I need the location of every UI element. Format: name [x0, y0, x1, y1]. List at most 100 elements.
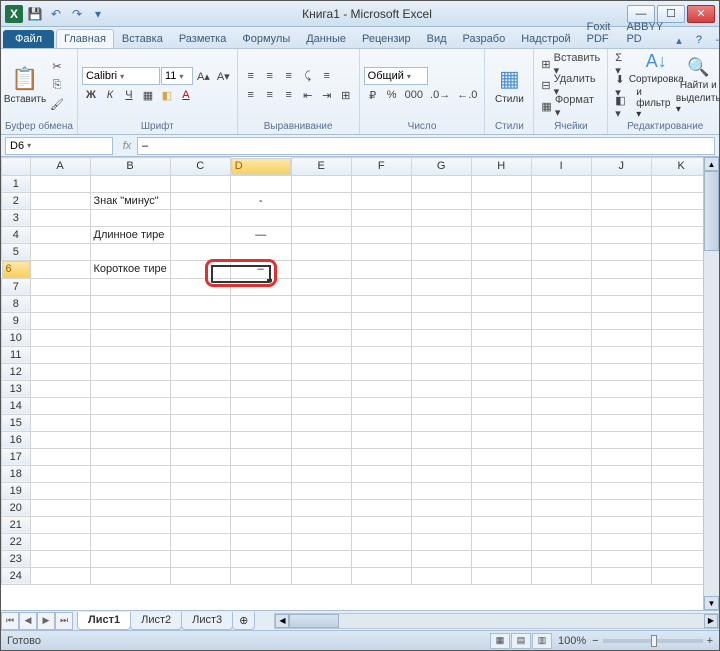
prev-sheet-icon[interactable]: ◀ — [19, 612, 37, 630]
cell-G2[interactable] — [411, 192, 471, 209]
cell-F8[interactable] — [351, 295, 411, 312]
grid[interactable]: A B C D E F G H I J K 12Знак "минус"-34Д… — [1, 157, 712, 585]
cell-B3[interactable] — [90, 209, 170, 226]
cell-I9[interactable] — [531, 312, 591, 329]
cell-E2[interactable] — [291, 192, 351, 209]
cell-I13[interactable] — [531, 380, 591, 397]
first-sheet-icon[interactable]: ⏮ — [1, 612, 19, 630]
cell-A20[interactable] — [30, 499, 90, 516]
zoom-level[interactable]: 100% — [558, 635, 586, 647]
cell-A6[interactable] — [30, 260, 90, 278]
cell-H9[interactable] — [471, 312, 531, 329]
cell-J14[interactable] — [591, 397, 651, 414]
cell-A1[interactable] — [30, 175, 90, 192]
cell-E4[interactable] — [291, 226, 351, 243]
cell-A23[interactable] — [30, 550, 90, 567]
horizontal-scrollbar[interactable]: ◀ ▶ — [274, 613, 719, 629]
cell-B2[interactable]: Знак "минус" — [90, 192, 170, 209]
sheet-tab-3[interactable]: Лист3 — [181, 612, 233, 630]
cell-G8[interactable] — [411, 295, 471, 312]
row-header-14[interactable]: 14 — [2, 397, 31, 414]
cell-C3[interactable] — [170, 209, 230, 226]
cell-D21[interactable] — [230, 516, 291, 533]
cell-C18[interactable] — [170, 465, 230, 482]
border-icon[interactable]: ▦ — [139, 86, 157, 104]
row-header-12[interactable]: 12 — [2, 363, 31, 380]
cell-B19[interactable] — [90, 482, 170, 499]
cell-I6[interactable] — [531, 260, 591, 278]
close-button[interactable]: ✕ — [687, 5, 715, 23]
cell-H10[interactable] — [471, 329, 531, 346]
fx-icon[interactable]: fx — [117, 140, 137, 152]
cell-B7[interactable] — [90, 278, 170, 295]
cell-H16[interactable] — [471, 431, 531, 448]
cell-E21[interactable] — [291, 516, 351, 533]
cell-F11[interactable] — [351, 346, 411, 363]
font-color-icon[interactable]: A — [177, 86, 195, 104]
cell-A4[interactable] — [30, 226, 90, 243]
cell-H1[interactable] — [471, 175, 531, 192]
cell-G4[interactable] — [411, 226, 471, 243]
cell-D12[interactable] — [230, 363, 291, 380]
cell-H13[interactable] — [471, 380, 531, 397]
cell-A17[interactable] — [30, 448, 90, 465]
cell-I16[interactable] — [531, 431, 591, 448]
cell-G15[interactable] — [411, 414, 471, 431]
cell-C6[interactable] — [170, 260, 230, 278]
row-header-22[interactable]: 22 — [2, 533, 31, 550]
cell-I14[interactable] — [531, 397, 591, 414]
cell-E16[interactable] — [291, 431, 351, 448]
fill-icon[interactable]: ⬇ ▾ — [612, 77, 630, 95]
styles-button[interactable]: ▦ Стили — [489, 51, 529, 120]
cell-A5[interactable] — [30, 243, 90, 260]
row-header-21[interactable]: 21 — [2, 516, 31, 533]
cell-I3[interactable] — [531, 209, 591, 226]
cell-G6[interactable] — [411, 260, 471, 278]
cell-A9[interactable] — [30, 312, 90, 329]
cell-F20[interactable] — [351, 499, 411, 516]
cell-B23[interactable] — [90, 550, 170, 567]
scroll-down-icon[interactable]: ▼ — [704, 596, 719, 610]
cell-B20[interactable] — [90, 499, 170, 516]
cell-H2[interactable] — [471, 192, 531, 209]
cell-I4[interactable] — [531, 226, 591, 243]
italic-button[interactable]: К — [101, 86, 119, 104]
cell-D15[interactable] — [230, 414, 291, 431]
zoom-slider[interactable] — [603, 639, 703, 643]
cell-E3[interactable] — [291, 209, 351, 226]
sheet-tab-1[interactable]: Лист1 — [77, 612, 131, 630]
cell-F22[interactable] — [351, 533, 411, 550]
cell-E7[interactable] — [291, 278, 351, 295]
cell-F23[interactable] — [351, 550, 411, 567]
decrease-decimal-icon[interactable]: ←.0 — [454, 86, 480, 104]
cell-F21[interactable] — [351, 516, 411, 533]
tab-formulas[interactable]: Формулы — [234, 29, 298, 48]
hscroll-thumb[interactable] — [289, 614, 339, 628]
sort-filter-button[interactable]: A↓ Сортировка и фильтр ▾ — [636, 51, 676, 120]
col-header-j[interactable]: J — [591, 158, 651, 176]
cell-C22[interactable] — [170, 533, 230, 550]
cell-C11[interactable] — [170, 346, 230, 363]
cell-J24[interactable] — [591, 567, 651, 584]
cell-A8[interactable] — [30, 295, 90, 312]
cell-I18[interactable] — [531, 465, 591, 482]
cell-A19[interactable] — [30, 482, 90, 499]
cell-G9[interactable] — [411, 312, 471, 329]
cell-A13[interactable] — [30, 380, 90, 397]
cell-H14[interactable] — [471, 397, 531, 414]
cell-G19[interactable] — [411, 482, 471, 499]
row-header-15[interactable]: 15 — [2, 414, 31, 431]
cell-D8[interactable] — [230, 295, 291, 312]
cell-B11[interactable] — [90, 346, 170, 363]
minimize-ribbon-icon[interactable]: ▴ — [671, 32, 687, 48]
row-header-1[interactable]: 1 — [2, 175, 31, 192]
cell-H8[interactable] — [471, 295, 531, 312]
cell-C23[interactable] — [170, 550, 230, 567]
tab-layout[interactable]: Разметка — [171, 29, 235, 48]
cell-F1[interactable] — [351, 175, 411, 192]
cell-F9[interactable] — [351, 312, 411, 329]
cell-C10[interactable] — [170, 329, 230, 346]
merge-icon[interactable]: ⊞ — [337, 86, 355, 104]
redo-icon[interactable]: ↷ — [68, 5, 86, 23]
cell-B6[interactable]: Короткое тире — [90, 260, 170, 278]
